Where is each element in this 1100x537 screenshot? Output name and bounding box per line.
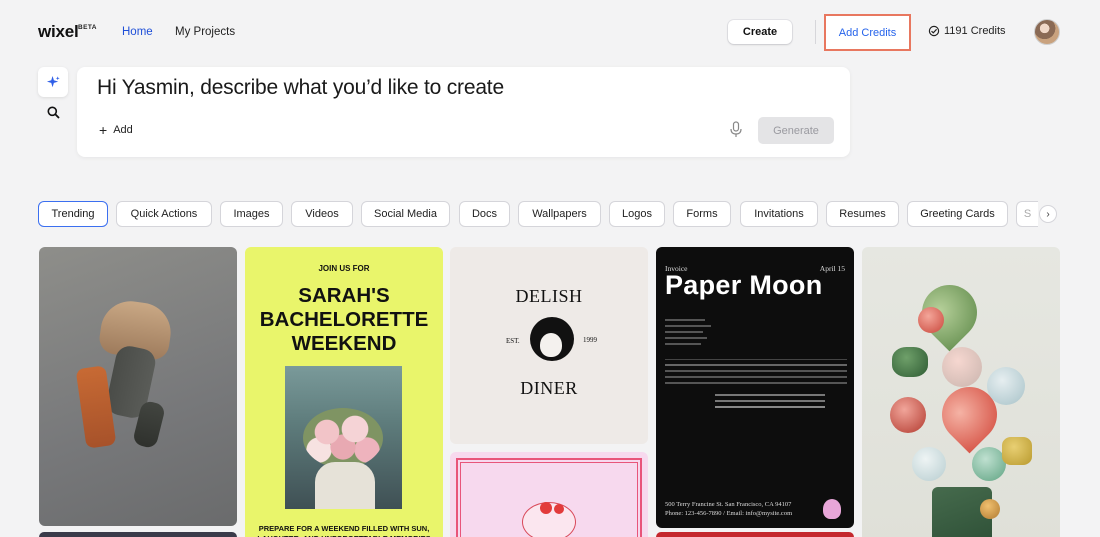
card-bachelorette-invite[interactable]: JOIN US FOR SARAH'S BACHELORETTE WEEKEND… [245, 247, 443, 537]
card-dessert-menu[interactable] [450, 452, 648, 537]
search-icon [47, 106, 60, 119]
invoice-address: 500 Terry Francine St. San Francisco, CA… [665, 500, 792, 518]
gold-leaf [1002, 437, 1032, 465]
detail-line [665, 331, 703, 333]
detail-line [665, 325, 711, 327]
glass-ornament [987, 367, 1025, 405]
sparkle-icon [46, 75, 60, 87]
glass-ornament [912, 447, 946, 481]
total-row [715, 400, 825, 402]
ornament [890, 397, 926, 433]
wixel-logo[interactable]: wixel [38, 22, 79, 42]
ai-sparkle-button[interactable] [38, 67, 68, 97]
diner-mascot [530, 317, 574, 361]
total-row [715, 394, 825, 396]
total-row [715, 406, 825, 408]
invite-headline-line: BACHELORETTE [259, 308, 429, 331]
detail-line [665, 337, 707, 339]
invite-headline-line: SARAH'S [298, 284, 390, 307]
credits-balance[interactable]: 1191 Credits [928, 25, 1006, 37]
person-figure [315, 462, 375, 509]
chip-resumes[interactable]: Resumes [826, 201, 899, 227]
prompt-box[interactable]: Hi Yasmin, describe what you’d like to c… [77, 67, 850, 157]
create-button[interactable]: Create [728, 20, 792, 44]
nav-divider [815, 20, 816, 44]
user-avatar[interactable] [1034, 19, 1060, 45]
beta-badge: BETA [78, 24, 97, 31]
invite-kicker: JOIN US FOR [318, 264, 370, 273]
detail-line [665, 343, 701, 345]
chip-images[interactable]: Images [220, 201, 283, 227]
chip-trending[interactable]: Trending [38, 201, 108, 227]
card-puffer-scarf[interactable] [39, 247, 237, 526]
ornament [972, 447, 1006, 481]
chip-social-media[interactable]: Social Media [361, 201, 450, 227]
invite-photo [285, 366, 402, 509]
plus-icon: + [99, 122, 108, 138]
card-christmas-ornaments[interactable] [862, 247, 1060, 537]
microphone-icon[interactable] [729, 121, 743, 139]
chip-partial[interactable]: S [1016, 201, 1038, 227]
invoice-title: Paper Moon [665, 270, 823, 300]
generate-button[interactable]: Generate [758, 117, 834, 144]
add-label: Add [113, 124, 133, 136]
diner-title-bottom: DINER [520, 378, 578, 398]
ornament [942, 347, 982, 387]
ornament [980, 499, 1000, 519]
diner-year: 1999 [583, 336, 597, 344]
credits-label: 1191 Credits [944, 25, 1006, 37]
top-nav: wixel BETA Home My Projects Create Add C… [0, 0, 1100, 64]
cherry [540, 502, 552, 514]
invite-headline: SARAH'S BACHELORETTE WEEKEND [245, 284, 443, 356]
card-diner-logo[interactable]: DELISH EST. 1999 DINER [450, 247, 648, 444]
card-invoice[interactable]: Invoice April 15 Paper Moon 500 Terry Fr… [656, 247, 854, 528]
chevron-right-icon[interactable]: › [1039, 205, 1057, 223]
chip-logos[interactable]: Logos [609, 201, 665, 227]
add-credits-button[interactable]: Add Credits [824, 14, 911, 51]
search-button[interactable] [38, 101, 68, 123]
add-attachment-button[interactable]: + Add [99, 123, 133, 137]
card-partial[interactable] [656, 532, 854, 537]
chip-greeting-cards[interactable]: Greeting Cards [907, 201, 1008, 227]
flower-bouquet [303, 408, 383, 468]
table-row [665, 382, 847, 384]
detail-line [665, 319, 705, 321]
prompt-input[interactable]: Hi Yasmin, describe what you’d like to c… [97, 76, 504, 100]
chip-docs[interactable]: Docs [459, 201, 510, 227]
invoice-address-line: 500 Terry Francine St. San Francisco, CA… [665, 501, 792, 508]
chip-wallpapers[interactable]: Wallpapers [518, 201, 601, 227]
cherry [554, 504, 564, 514]
table-row [665, 364, 847, 366]
table-row [665, 370, 847, 372]
card-partial[interactable] [39, 532, 237, 537]
invoice-details [665, 319, 847, 412]
chip-quick-actions[interactable]: Quick Actions [116, 201, 212, 227]
invoice-contact-line: Phone: 123-456-7890 / Email: info@mysite… [665, 510, 793, 517]
nav-home-link[interactable]: Home [122, 26, 153, 38]
chip-videos[interactable]: Videos [291, 201, 353, 227]
ornament [918, 307, 944, 333]
credits-icon [928, 25, 940, 37]
invoice-date: April 15 [819, 264, 845, 273]
chip-invitations[interactable]: Invitations [740, 201, 818, 227]
diner-est: EST. [506, 337, 520, 345]
table-row [665, 376, 847, 378]
table-rule [665, 359, 847, 360]
nav-my-projects-link[interactable]: My Projects [175, 26, 235, 38]
holly-leaf [892, 347, 928, 377]
diner-title-top: DELISH [515, 286, 583, 306]
mascot-icon [823, 499, 841, 519]
chip-forms[interactable]: Forms [673, 201, 731, 227]
invite-footer: PREPARE FOR A WEEKEND FILLED WITH SUN, L… [257, 524, 430, 537]
invite-headline-line: WEEKEND [291, 332, 397, 355]
